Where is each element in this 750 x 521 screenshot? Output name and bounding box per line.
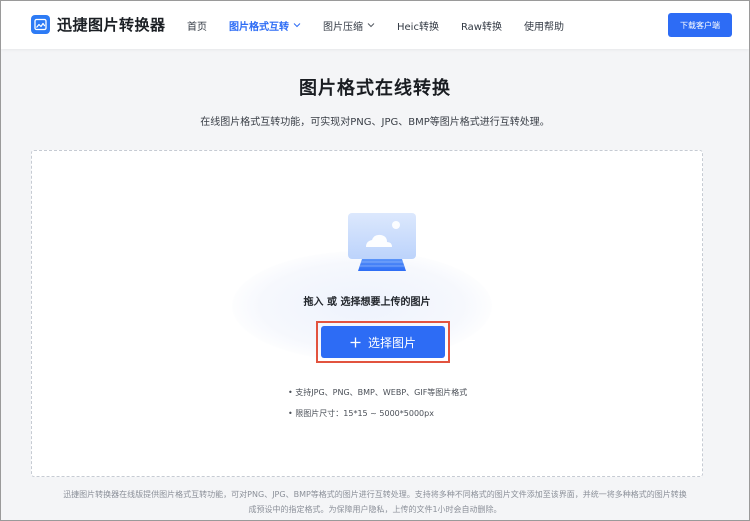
logo[interactable]: 迅捷图片转换器 bbox=[31, 14, 166, 35]
nav-item-format-convert[interactable]: 图片格式互转 bbox=[229, 18, 301, 33]
image-logo-icon bbox=[31, 15, 50, 34]
nav-item-label: 使用帮助 bbox=[524, 21, 564, 33]
main-nav: 首页 图片格式互转 图片压缩 Heic转换 Raw转换 使用帮助 bbox=[187, 1, 586, 49]
nav-item-label: Heic转换 bbox=[397, 21, 439, 33]
select-image-label: 选择图片 bbox=[367, 335, 416, 350]
download-client-button[interactable]: 下载客户端 bbox=[668, 13, 732, 37]
page-title: 图片格式在线转换 bbox=[299, 78, 451, 99]
drop-hint-text: 拖入 或 选择想要上传的图片 bbox=[303, 297, 431, 308]
nav-item-label: Raw转换 bbox=[460, 21, 502, 33]
nav-item-heic[interactable]: Heic转换 bbox=[397, 18, 439, 33]
chevron-down-icon bbox=[293, 23, 301, 28]
footer-description: 迅捷图片转换器在线版提供图片格式互转功能，可对PNG、JPG、BMP等格式的图片… bbox=[63, 490, 687, 514]
nav-item-compress[interactable]: 图片压缩 bbox=[323, 18, 375, 33]
upload-dropzone[interactable]: 拖入 或 选择想要上传的图片 选择图片 • 支持JPG、PNG、BMP、WEBP… bbox=[31, 150, 703, 477]
top-navbar: 迅捷图片转换器 首页 图片格式互转 图片压缩 Heic转换 Raw转换 使用帮助… bbox=[1, 1, 749, 49]
logo-text: 迅捷图片转换器 bbox=[57, 16, 166, 34]
nav-item-label: 图片格式互转 bbox=[229, 21, 289, 33]
nav-item-home[interactable]: 首页 bbox=[187, 18, 207, 33]
image-upload-illustration-icon bbox=[348, 213, 416, 271]
select-button-highlight: 选择图片 bbox=[316, 321, 450, 363]
nav-item-raw[interactable]: Raw转换 bbox=[461, 18, 502, 33]
plus-icon bbox=[350, 337, 361, 347]
select-image-button[interactable]: 选择图片 bbox=[321, 326, 445, 358]
spec-supported-formats: • 支持JPG、PNG、BMP、WEBP、GIF等图片格式 bbox=[288, 388, 468, 397]
chevron-down-icon bbox=[367, 23, 375, 28]
nav-item-help[interactable]: 使用帮助 bbox=[524, 18, 564, 33]
spec-size-limit: • 限图片尺寸：15*15 ~ 5000*5000px bbox=[288, 409, 434, 418]
nav-item-label: 首页 bbox=[187, 21, 207, 33]
nav-item-label: 图片压缩 bbox=[323, 21, 363, 33]
app-window: 迅捷图片转换器 首页 图片格式互转 图片压缩 Heic转换 Raw转换 使用帮助… bbox=[0, 0, 750, 521]
page-subtitle: 在线图片格式互转功能，可实现对PNG、JPG、BMP等图片格式进行互转处理。 bbox=[200, 117, 550, 128]
